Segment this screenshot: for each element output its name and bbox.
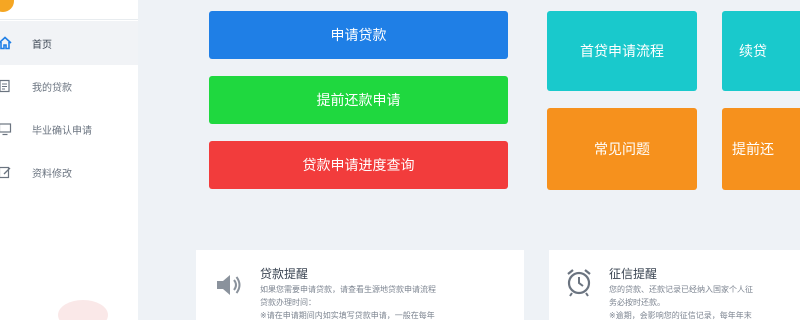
progress-query-button[interactable]: 贷款申请进度查询 [209, 141, 508, 189]
edit-icon [0, 165, 12, 179]
renew-loan-tile[interactable]: 续贷 [722, 11, 800, 91]
first-loan-process-tile[interactable]: 首贷申请流程 [547, 11, 697, 91]
early-repayment-button[interactable]: 提前还款申请 [209, 76, 508, 124]
speaker-icon [213, 270, 243, 300]
document-icon [0, 79, 12, 93]
tile-label: 提前还 [732, 142, 774, 158]
sidebar-item-home[interactable]: 首页 [0, 21, 138, 65]
card-title: 贷款提醒 [260, 267, 309, 281]
sidebar-item-label: 毕业确认申请 [32, 125, 92, 137]
credit-notice-card: 征信提醒 您的贷款、还款记录已经纳入国家个人征 务必按时还款。 ※逾期，会影响您… [549, 250, 800, 320]
tile-label: 首贷申请流程 [580, 44, 664, 60]
sidebar-item-label: 我的贷款 [32, 82, 72, 94]
card-title: 征信提醒 [609, 267, 658, 281]
card-text-line: 您的贷款、还款记录已经纳入国家个人征 [609, 285, 753, 294]
sidebar-item-graduation[interactable]: 毕业确认申请 [0, 107, 138, 151]
logo-strip [0, 0, 138, 20]
sidebar-item-my-loans[interactable]: 我的贷款 [0, 64, 138, 108]
sidebar-item-label: 首页 [32, 39, 52, 51]
card-text-line: ※请在申请期间内如实填写贷款申请，一般在每年 [260, 311, 435, 320]
tile-label: 续贷 [739, 44, 767, 60]
card-text-line: 贷款办理时间： [260, 298, 316, 307]
tile-label: 常见问题 [594, 142, 650, 158]
faq-tile[interactable]: 常见问题 [547, 108, 697, 190]
sidebar: 首页 我的贷款 毕业确认申请 资料修改 [0, 0, 138, 320]
apply-loan-button[interactable]: 申请贷款 [209, 11, 508, 59]
card-text-line: 务必按时还款。 [609, 298, 665, 307]
monitor-icon [0, 122, 12, 136]
alarm-clock-icon [564, 267, 594, 297]
card-text-line: 如果您需要申请贷款，请查看生源地贷款申请流程 [260, 285, 436, 294]
decorative-blob [58, 300, 108, 320]
card-text-line: ※逾期，会影响您的征信记录，每年年末 [609, 311, 752, 320]
sidebar-item-profile-edit[interactable]: 资料修改 [0, 150, 138, 194]
home-icon [0, 36, 12, 50]
sidebar-item-label: 资料修改 [32, 168, 72, 180]
loan-notice-card: 贷款提醒 如果您需要申请贷款，请查看生源地贷款申请流程 贷款办理时间： ※请在申… [196, 250, 524, 320]
logo [0, 0, 14, 12]
early-repay-tile[interactable]: 提前还 [722, 108, 800, 190]
